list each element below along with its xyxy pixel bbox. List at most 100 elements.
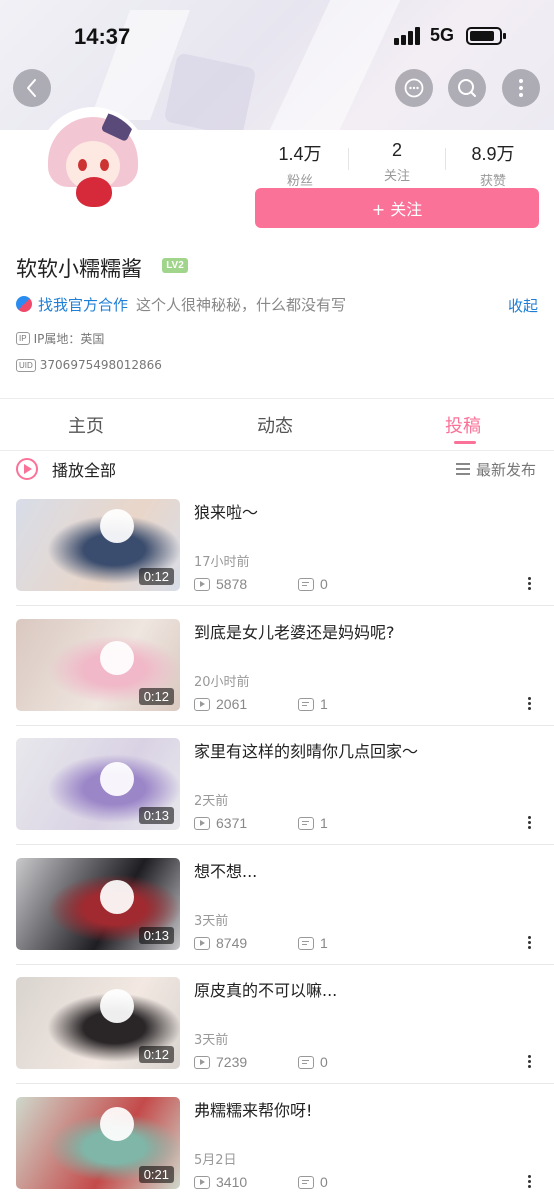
video-thumbnail[interactable]: 0:12 <box>16 499 180 591</box>
face-blur <box>100 509 134 543</box>
video-item[interactable]: 0:13 家里有这样的刻晴你几点回家～ 2天前 6371 1 <box>0 738 554 858</box>
play-count-icon <box>194 697 210 711</box>
video-publish-time: 20小时前 <box>194 675 250 690</box>
business-link[interactable]: 找我官方合作 <box>38 294 128 315</box>
follow-button[interactable]: + 关注 <box>255 188 539 228</box>
video-duration: 0:12 <box>138 1046 174 1063</box>
play-count-icon <box>194 577 210 591</box>
video-stats: 7239 0 <box>194 1053 328 1071</box>
follow-label: + 关注 <box>371 200 423 219</box>
video-title[interactable]: 狼来啦～ <box>194 499 524 523</box>
video-item[interactable]: 0:13 想不想... 3天前 8749 1 <box>0 858 554 978</box>
stat-fans[interactable]: 1.4万 粉丝 <box>252 140 348 189</box>
video-item[interactable]: 0:21 弗糯糯来帮你呀! 5月2日 3410 0 <box>0 1097 554 1200</box>
collapse-button[interactable]: 收起 <box>508 295 538 316</box>
ip-text: IP属地：英国 <box>33 331 105 346</box>
play-count-icon <box>194 1175 210 1189</box>
sort-button[interactable]: 最新发布 <box>456 459 536 479</box>
video-stats: 2061 1 <box>194 695 328 713</box>
business-icon <box>16 296 32 312</box>
video-publish-time: 3天前 <box>194 914 229 929</box>
danmaku-icon <box>298 936 314 950</box>
video-thumbnail[interactable]: 0:12 <box>16 977 180 1069</box>
danmaku-icon <box>298 1175 314 1189</box>
play-count-icon <box>194 1055 210 1069</box>
battery-icon <box>466 27 506 45</box>
danmaku-count: 0 <box>320 1054 328 1070</box>
back-button[interactable] <box>13 69 51 107</box>
more-button[interactable] <box>502 69 540 107</box>
face-blur <box>100 762 134 796</box>
tab-home[interactable]: 主页 <box>68 412 104 438</box>
message-button[interactable] <box>395 69 433 107</box>
ip-tag-icon: IP <box>16 331 30 345</box>
video-title[interactable]: 到底是女儿老婆还是妈妈呢? <box>194 619 524 643</box>
video-thumbnail[interactable]: 0:13 <box>16 738 180 830</box>
stat-label: 获赞 <box>479 174 506 189</box>
username: 软软小糯糯酱 <box>16 257 142 281</box>
video-title[interactable]: 家里有这样的刻晴你几点回家～ <box>194 738 524 762</box>
video-title[interactable]: 弗糯糯来帮你呀! <box>194 1097 524 1121</box>
uid-tag-icon: UID <box>16 358 36 372</box>
video-duration: 0:13 <box>138 807 174 824</box>
play-count: 7239 <box>216 1054 248 1070</box>
video-stats: 5878 0 <box>194 575 328 593</box>
divider <box>0 398 554 399</box>
danmaku-icon <box>298 1055 314 1069</box>
more-options-icon[interactable] <box>525 577 533 593</box>
video-stats: 3410 0 <box>194 1173 328 1191</box>
stat-following[interactable]: 2 关注 <box>349 140 445 184</box>
uid-text[interactable]: 3706975498012866 <box>40 358 162 372</box>
more-options-icon[interactable] <box>525 816 533 832</box>
video-publish-time: 3天前 <box>194 1033 229 1048</box>
divider <box>16 605 554 606</box>
video-item[interactable]: 0:12 到底是女儿老婆还是妈妈呢? 20小时前 2061 1 <box>0 619 554 739</box>
play-all-button[interactable]: 播放全部 <box>16 456 116 482</box>
video-duration: 0:13 <box>138 927 174 944</box>
video-item[interactable]: 0:12 狼来啦～ 17小时前 5878 0 <box>0 499 554 619</box>
more-options-icon[interactable] <box>525 697 533 713</box>
ip-location: IP IP属地：英国 <box>16 329 104 347</box>
stat-value: 2 <box>391 140 402 160</box>
list-sort-icon <box>456 463 470 475</box>
search-icon <box>458 79 476 97</box>
video-stats: 6371 1 <box>194 814 328 832</box>
video-duration: 0:12 <box>138 688 174 705</box>
more-vertical-icon <box>519 79 523 97</box>
play-count: 5878 <box>216 576 248 592</box>
search-button[interactable] <box>448 69 486 107</box>
video-stats: 8749 1 <box>194 934 328 952</box>
more-options-icon[interactable] <box>525 1055 533 1071</box>
video-duration: 0:21 <box>138 1166 174 1183</box>
status-bar: 14:37 5G <box>0 0 554 70</box>
play-count: 3410 <box>216 1174 248 1190</box>
danmaku-count: 0 <box>320 1174 328 1190</box>
divider <box>16 725 554 726</box>
signal-icon <box>394 27 422 45</box>
stat-value: 1.4万 <box>278 144 322 164</box>
stat-label: 粉丝 <box>286 174 313 189</box>
stat-likes[interactable]: 8.9万 获赞 <box>445 140 541 189</box>
video-thumbnail[interactable]: 0:12 <box>16 619 180 711</box>
danmaku-count: 0 <box>320 576 328 592</box>
play-count-icon <box>194 816 210 830</box>
avatar[interactable] <box>38 107 148 217</box>
danmaku-count: 1 <box>320 815 328 831</box>
more-options-icon[interactable] <box>525 1175 533 1191</box>
sort-label: 最新发布 <box>476 460 537 479</box>
danmaku-icon <box>298 697 314 711</box>
more-options-icon[interactable] <box>525 936 533 952</box>
tab-dynamics[interactable]: 动态 <box>257 412 293 438</box>
video-thumbnail[interactable]: 0:13 <box>16 858 180 950</box>
stat-label: 关注 <box>383 169 410 184</box>
video-publish-time: 17小时前 <box>194 555 250 570</box>
face-blur <box>100 989 134 1023</box>
video-thumbnail[interactable]: 0:21 <box>16 1097 180 1189</box>
video-title[interactable]: 想不想... <box>194 858 524 882</box>
active-tab-indicator <box>454 441 476 444</box>
video-title[interactable]: 原皮真的不可以嘛... <box>194 977 524 1001</box>
stat-value: 8.9万 <box>471 144 515 164</box>
video-item[interactable]: 0:12 原皮真的不可以嘛... 3天前 7239 0 <box>0 977 554 1097</box>
tab-uploads[interactable]: 投稿 <box>445 412 481 438</box>
status-time: 14:37 <box>74 24 131 49</box>
